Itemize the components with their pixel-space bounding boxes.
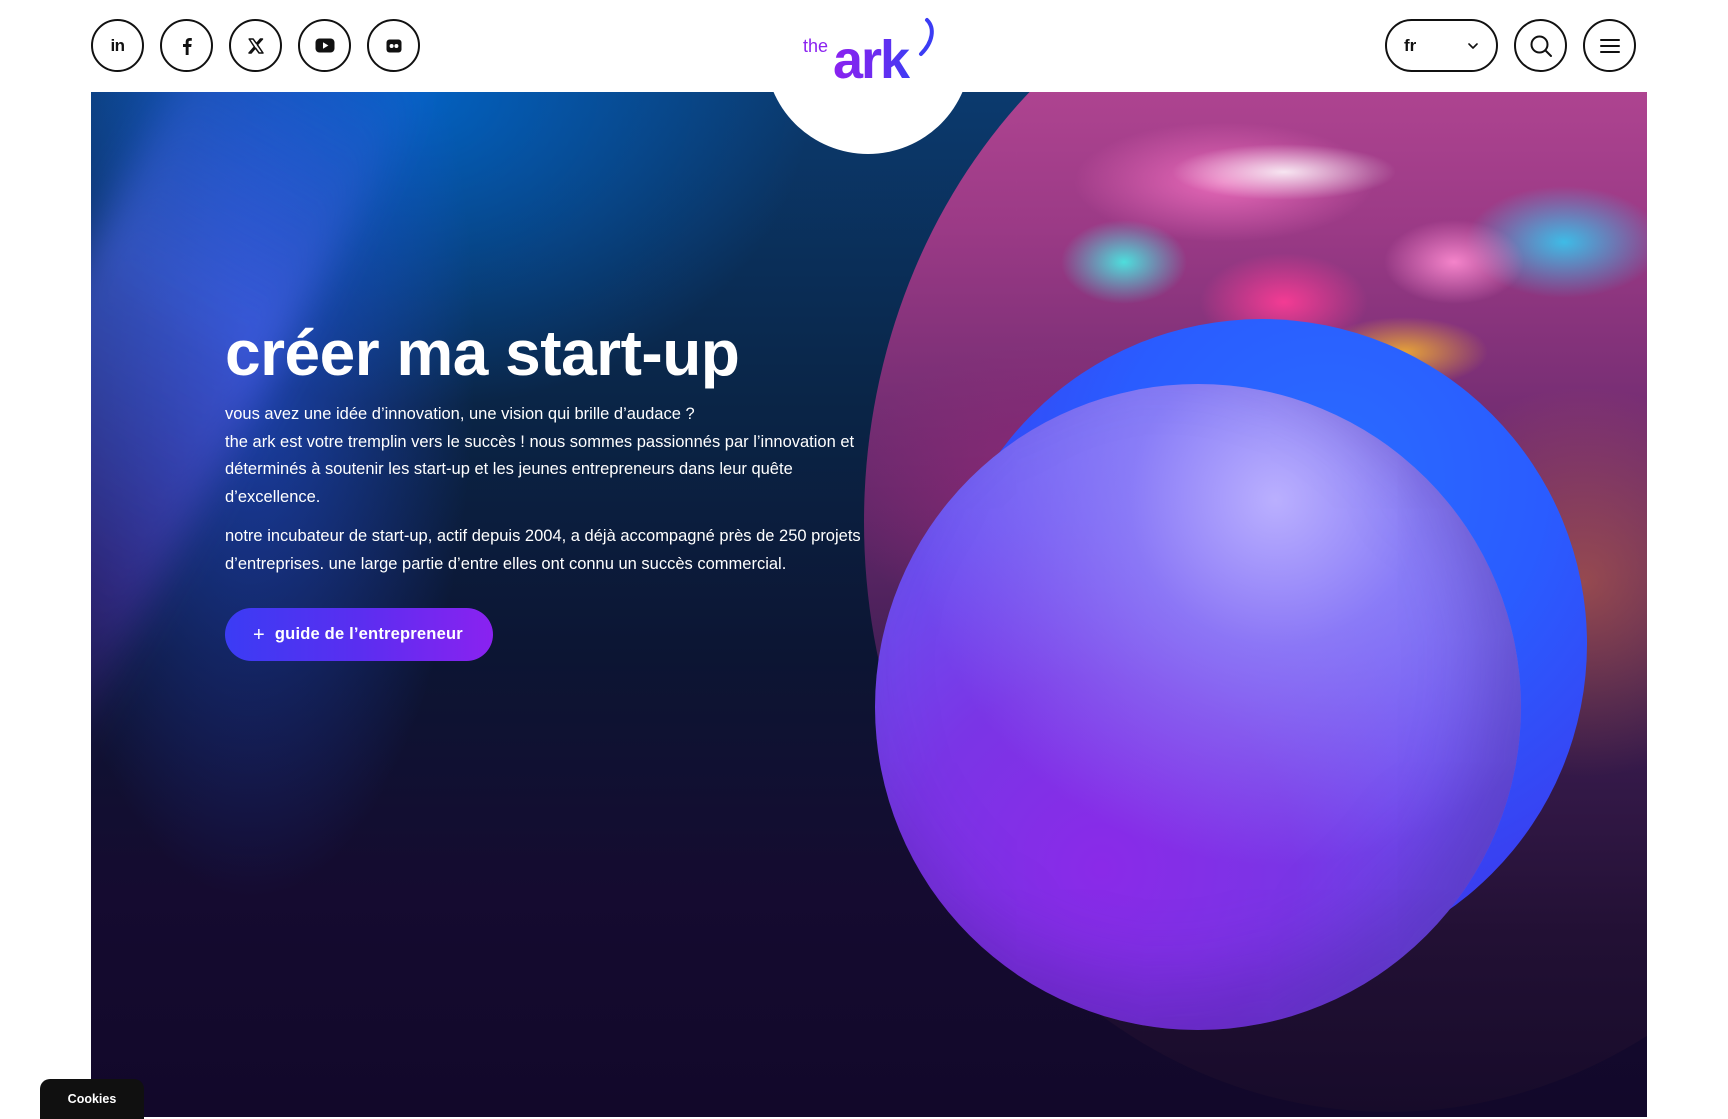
hero-second-paragraph: notre incubateur de start-up, actif depu… [225, 523, 865, 578]
plus-icon: + [253, 623, 265, 646]
youtube-icon [315, 38, 334, 53]
hero-section: créer ma start-up vous avez une idée d’i… [91, 92, 1647, 1117]
flickr-button[interactable] [367, 19, 420, 72]
hero-content: créer ma start-up vous avez une idée d’i… [225, 317, 865, 662]
facebook-icon [182, 37, 192, 55]
search-icon [1530, 35, 1552, 57]
x-button[interactable] [229, 19, 282, 72]
language-select[interactable]: fr [1385, 19, 1498, 72]
page-title: créer ma start-up [225, 317, 740, 389]
facebook-button[interactable] [160, 19, 213, 72]
logo-small-text: the [803, 36, 828, 56]
violet-sphere [875, 384, 1521, 1030]
x-icon [247, 37, 264, 54]
cookies-button[interactable]: Cookies [40, 1079, 144, 1119]
flickr-icon [386, 39, 401, 52]
hero-intro: vous avez une idée d’innovation, une vis… [225, 401, 865, 511]
language-value: fr [1404, 35, 1417, 55]
social-links: in [91, 19, 420, 72]
hero-second-line: d’entreprises. une large partie d’entre … [225, 554, 787, 573]
entrepreneur-guide-label: guide de l’entrepreneur [274, 625, 463, 644]
linkedin-button[interactable]: in [91, 19, 144, 72]
hero-second-line: notre incubateur de start-up, actif depu… [225, 527, 861, 546]
the-ark-logo: the ark [803, 18, 934, 84]
cookies-label: Cookies [67, 1092, 117, 1106]
linkedin-icon: in [110, 36, 125, 55]
logo-link[interactable]: the ark [763, 0, 973, 155]
chevron-down-icon [1468, 42, 1478, 49]
logo-swoosh [919, 18, 934, 56]
hero-intro-line: déterminés à soutenir les start-up et le… [225, 460, 793, 479]
entrepreneur-guide-button[interactable]: + guide de l’entrepreneur [225, 608, 493, 662]
menu-icon [1599, 38, 1620, 53]
hero-intro-line: the ark est votre tremplin vers le succè… [225, 432, 855, 451]
hero-intro-line: vous avez une idée d’innovation, une vis… [225, 405, 695, 424]
logo-main-text: ark [833, 30, 911, 84]
search-button[interactable] [1514, 19, 1567, 72]
youtube-button[interactable] [298, 19, 351, 72]
header-tools: fr [1385, 19, 1636, 72]
menu-button[interactable] [1583, 19, 1636, 72]
hero-intro-line: d’excellence. [225, 487, 321, 506]
